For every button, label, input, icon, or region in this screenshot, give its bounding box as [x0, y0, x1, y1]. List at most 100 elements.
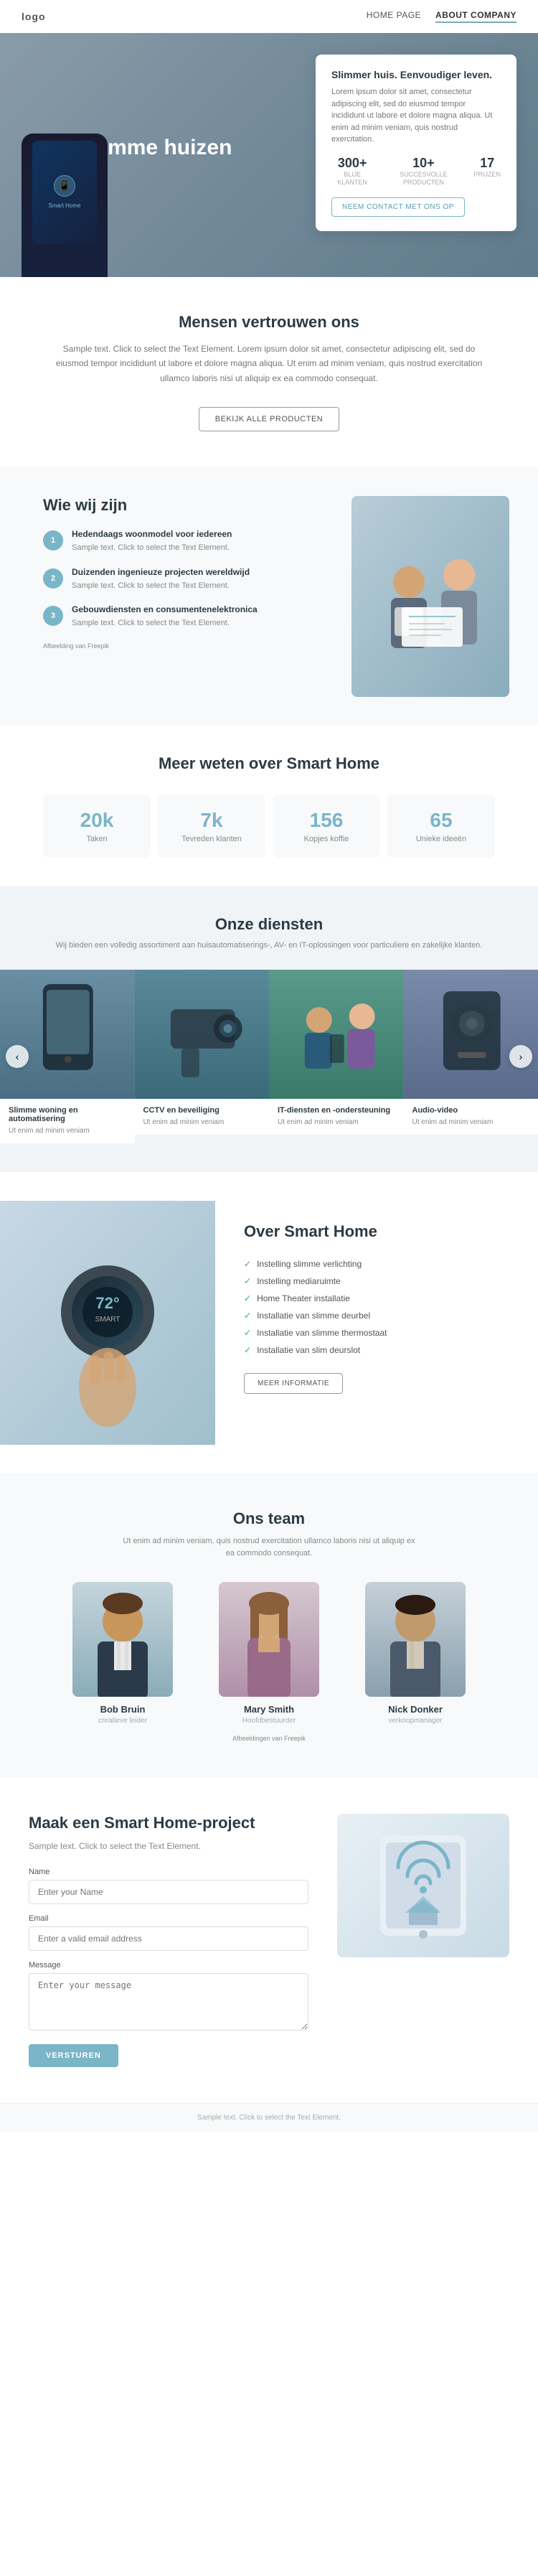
service-title-2: CCTV en beveiliging	[143, 1106, 261, 1115]
stat-card-3: 156 Kopjes koffie	[273, 795, 380, 858]
who-num-2: 2	[43, 568, 63, 589]
main-nav: HOME PAGE ABOUT COMPANY	[367, 10, 516, 23]
who-num-1: 1	[43, 530, 63, 551]
who-image	[351, 496, 509, 697]
member-name-1: Bob Bruin	[58, 1704, 187, 1715]
stat-lbl-3: Kopjes koffie	[290, 835, 363, 843]
who-item-2: 2 Duizenden ingenieuze projecten wereldw…	[43, 567, 330, 592]
team-section: Ons team Ut enim ad minim veniam, quis n…	[0, 1474, 538, 1778]
stat-card-4: 65 Unieke ideeën	[387, 795, 495, 858]
who-heading-1: Hedendaags woonmodel voor iedereen	[72, 529, 232, 539]
stat-card-2: 7k Tevreden klanten	[158, 795, 265, 858]
who-heading-3: Gebouwdiensten en consumentenelektronica	[72, 604, 258, 614]
more-info-button[interactable]: MEER INFORMATIE	[244, 1373, 343, 1394]
nav-home[interactable]: HOME PAGE	[367, 10, 421, 23]
stat-clients-label: Blije klanten	[331, 171, 373, 187]
who-text-3: Gebouwdiensten en consumentenelektronica…	[72, 604, 258, 629]
service-text-2: Ut enim ad minim veniam	[143, 1118, 261, 1128]
logo: logo	[22, 11, 46, 22]
name-label: Name	[29, 1868, 308, 1876]
team-member-3: Nick Donker verkoopmanager	[351, 1582, 480, 1725]
stat-big-2: 7k	[175, 809, 248, 832]
member-role-3: verkoopmanager	[351, 1717, 480, 1725]
message-input[interactable]	[29, 1973, 308, 2031]
service-img-2	[135, 970, 270, 1099]
smart-content: Over Smart Home Instelling slimme verlic…	[215, 1201, 538, 1445]
team-freepik: Afbeeldingen van Freepik	[29, 1735, 509, 1742]
who-item-3: 3 Gebouwdiensten en consumentenelektroni…	[43, 604, 330, 629]
avatar-nick	[365, 1582, 466, 1697]
service-text-3: Ut enim ad minim veniam	[278, 1118, 395, 1128]
avatar-bob	[72, 1582, 173, 1697]
stat-products: 10+ Succesvolle producten	[384, 156, 462, 187]
name-field-group: Name	[29, 1868, 308, 1904]
all-products-button[interactable]: BEKIJK ALLE PRODUCTEN	[199, 407, 340, 431]
services-subtitle: Wij bieden een volledig assortiment aan …	[0, 940, 538, 952]
contact-subtitle: Sample text. Click to select the Text El…	[29, 1840, 308, 1853]
email-input[interactable]	[29, 1926, 308, 1951]
stat-lbl-1: Taken	[60, 835, 133, 843]
submit-button[interactable]: VERSTUREN	[29, 2044, 118, 2067]
stat-products-label: Succesvolle producten	[384, 171, 462, 187]
trust-section: Mensen vertrouwen ons Sample text. Click…	[0, 277, 538, 467]
service-info-1: Slimme woning en automatisering Ut enim …	[0, 1099, 135, 1143]
hero-card-heading: Slimmer huis. Eenvoudiger leven.	[331, 69, 501, 80]
who-freepik: Afbeelding van Freepik	[43, 642, 330, 650]
stat-clients-num: 300+	[331, 156, 373, 171]
svg-text:SMART: SMART	[95, 1316, 121, 1324]
hero-phone: 📱 Smart Home	[22, 134, 108, 277]
contact-button[interactable]: NEEM CONTACT MET ONS OP	[331, 197, 465, 217]
check-item-3: Home Theater installatie	[244, 1290, 509, 1307]
team-cards: Bob Bruin creatieve leider	[29, 1582, 509, 1725]
stat-awards-label: Prijzen	[473, 171, 501, 179]
service-title-1: Slimme woning en automatisering	[9, 1106, 126, 1123]
hero-section: 📱 Smart Home Over slimme huizen Slimmer …	[0, 33, 538, 277]
contact-image	[337, 1814, 509, 1957]
smart-image: 72° SMART	[0, 1201, 215, 1445]
service-title-3: IT-diensten en -ondersteuning	[278, 1106, 395, 1115]
footer-text: Sample text. Click to select the Text El…	[29, 2114, 509, 2122]
smart-info-section: 72° SMART Over Smart Home Instelling sli…	[0, 1172, 538, 1474]
carousel-prev-button[interactable]: ‹	[6, 1045, 29, 1068]
check-item-4: Installatie van slimme deurbel	[244, 1307, 509, 1324]
team-title: Ons team	[29, 1509, 509, 1528]
who-desc-1: Sample text. Click to select the Text El…	[72, 542, 232, 554]
member-name-2: Mary Smith	[204, 1704, 334, 1715]
stat-card-1: 20k Taken	[43, 795, 151, 858]
footer: Sample text. Click to select the Text El…	[0, 2103, 538, 2132]
nav-about[interactable]: ABOUT COMPANY	[435, 10, 516, 23]
service-text-4: Ut enim ad minim veniam	[412, 1118, 530, 1128]
stat-big-3: 156	[290, 809, 363, 832]
email-field-group: Email	[29, 1914, 308, 1951]
check-item-5: Installatie van slimme thermostaat	[244, 1324, 509, 1341]
contact-title: Maak een Smart Home-project	[29, 1814, 308, 1832]
check-item-2: Instelling mediaruimte	[244, 1273, 509, 1290]
services-title: Onze diensten	[0, 915, 538, 934]
phone-screen: 📱 Smart Home	[32, 141, 97, 244]
stat-big-1: 20k	[60, 809, 133, 832]
service-img-3	[269, 970, 404, 1099]
avatar-mary	[219, 1582, 319, 1697]
svg-text:72°: 72°	[95, 1294, 119, 1312]
phone-icon: 📱	[54, 175, 75, 197]
member-role-1: creatieve leider	[58, 1717, 187, 1725]
name-input[interactable]	[29, 1880, 308, 1904]
carousel-next-button[interactable]: ›	[509, 1045, 532, 1068]
team-member-2: Mary Smith Hoofdbestuurder	[204, 1582, 334, 1725]
service-card-3: IT-diensten en -ondersteuning Ut enim ad…	[269, 970, 404, 1143]
smart-title: Over Smart Home	[244, 1222, 509, 1241]
who-desc-2: Sample text. Click to select the Text El…	[72, 580, 250, 592]
service-info-4: Audio-video Ut enim ad minim veniam	[404, 1099, 538, 1135]
team-member-1: Bob Bruin creatieve leider	[58, 1582, 187, 1725]
stat-lbl-4: Unieke ideeën	[405, 835, 478, 843]
stat-clients: 300+ Blije klanten	[331, 156, 373, 187]
service-img-1	[0, 970, 135, 1099]
hero-stats: 300+ Blije klanten 10+ Succesvolle produ…	[331, 156, 501, 187]
message-field-group: Message	[29, 1961, 308, 2034]
service-text-1: Ut enim ad minim veniam	[9, 1126, 126, 1136]
trust-text: Sample text. Click to select the Text El…	[47, 342, 491, 385]
stat-awards-num: 17	[473, 156, 501, 171]
who-desc-3: Sample text. Click to select the Text El…	[72, 617, 258, 629]
stats-title: Meer weten over Smart Home	[43, 754, 495, 773]
member-role-2: Hoofdbestuurder	[204, 1717, 334, 1725]
